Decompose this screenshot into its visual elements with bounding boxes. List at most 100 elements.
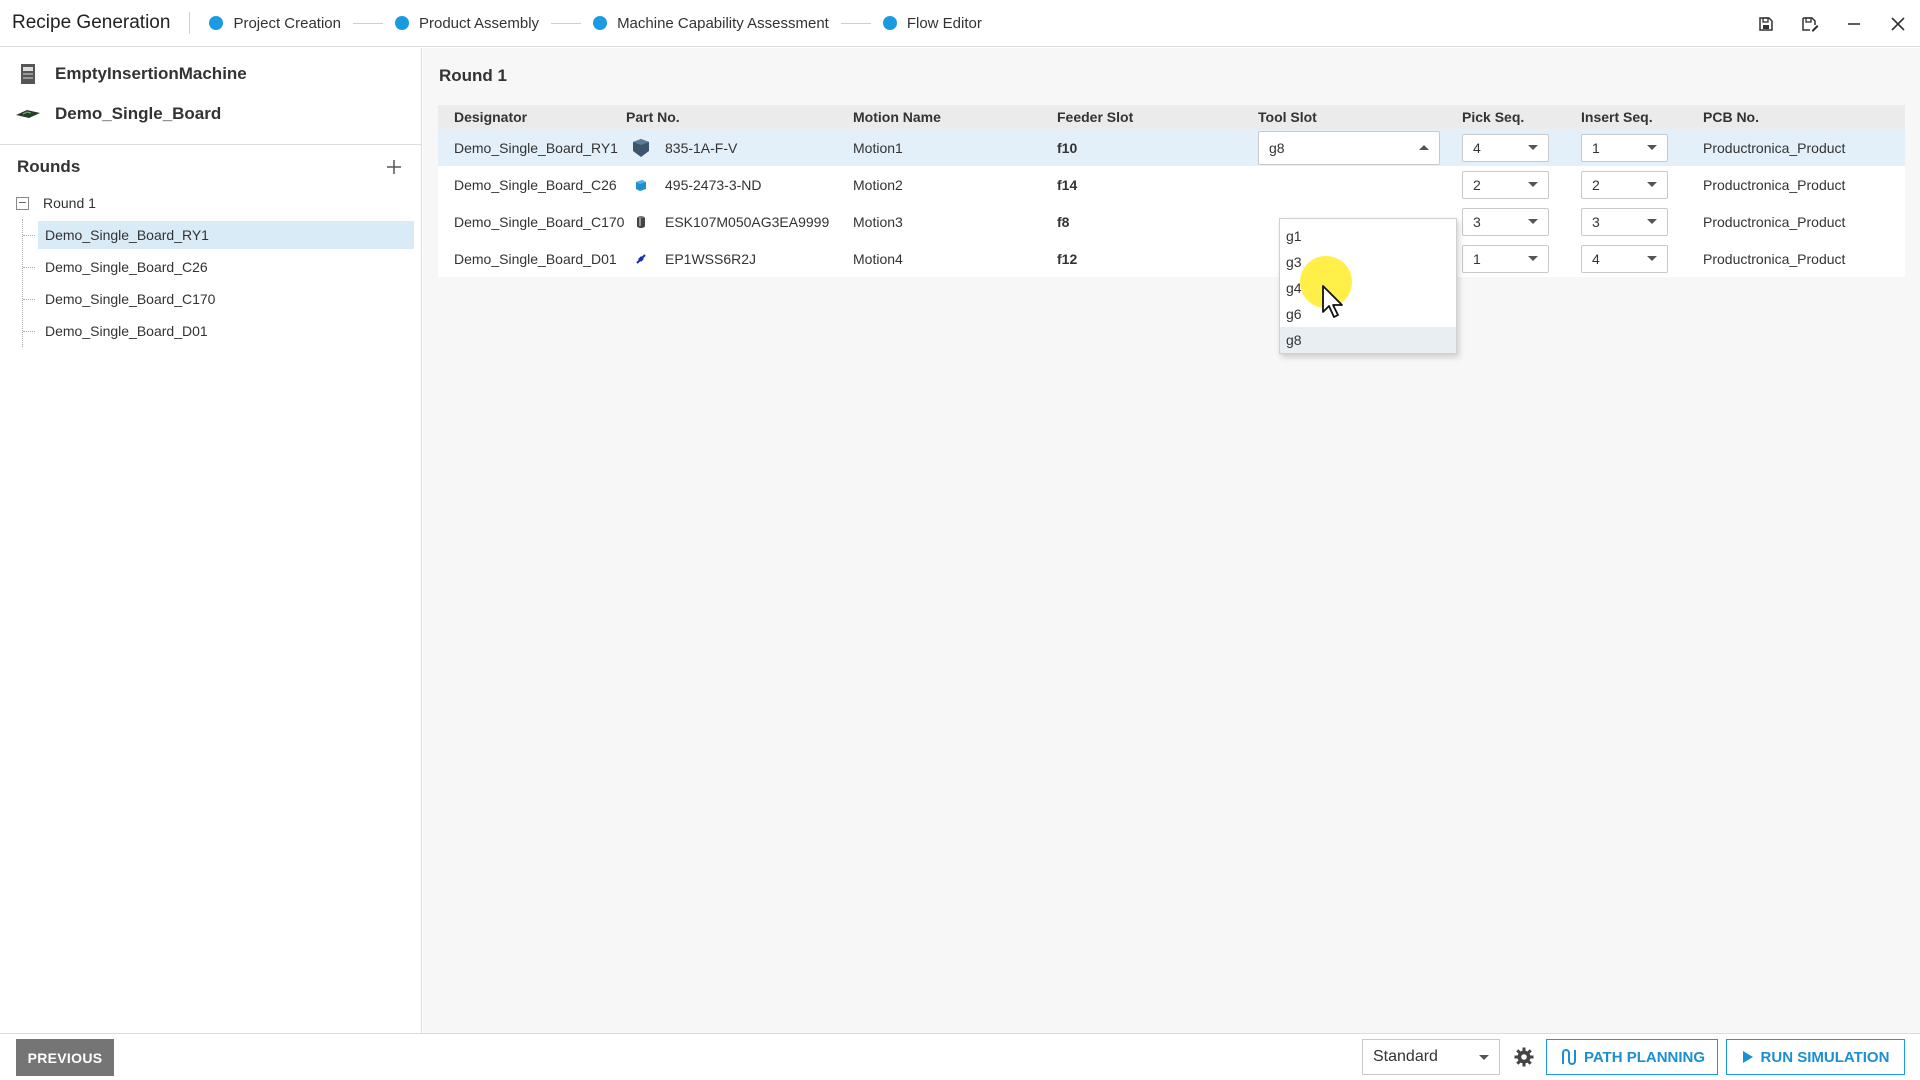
column-header: Motion Name — [853, 109, 941, 125]
chevron-down-icon — [1528, 256, 1538, 261]
tree-children: Demo_Single_Board_RY1 Demo_Single_Board_… — [22, 219, 421, 347]
pick-seq-select[interactable]: 3 — [1462, 207, 1549, 236]
pick-seq-value: 2 — [1473, 176, 1481, 193]
workflow-steps: Project Creation Product Assembly Machin… — [209, 15, 982, 32]
motion-cell: Motion1 — [853, 139, 903, 156]
play-icon — [1742, 1051, 1753, 1063]
pcb-cell: Productronica_Product — [1703, 176, 1846, 193]
step-machine-capability-assessment[interactable]: Machine Capability Assessment — [593, 15, 829, 32]
pick-cell: 1 — [1462, 244, 1581, 273]
insert-seq-select[interactable]: 1 — [1581, 133, 1668, 162]
column-header: Designator — [454, 109, 528, 125]
close-icon[interactable] — [1876, 0, 1920, 47]
machine-entry[interactable]: EmptyInsertionMachine — [0, 54, 421, 94]
gear-icon[interactable] — [1511, 1044, 1537, 1070]
board-entry[interactable]: Demo_Single_Board — [0, 94, 421, 134]
part-cell: EP1WSS6R2J — [626, 247, 851, 271]
table-header: Designator Part No. Motion Name Feeder S… — [438, 105, 1905, 129]
collapse-icon[interactable]: − — [16, 196, 29, 210]
column-header: Pick Seq. — [1462, 109, 1525, 125]
simulation-mode-value: Standard — [1373, 1048, 1438, 1065]
insert-seq-select[interactable]: 3 — [1581, 207, 1668, 236]
motion-cell: Motion4 — [853, 250, 903, 267]
recipe-table: Designator Part No. Motion Name Feeder S… — [438, 105, 1905, 277]
divider — [0, 144, 421, 145]
pick-seq-value: 4 — [1473, 139, 1481, 156]
step-dot-icon — [593, 16, 608, 30]
tool-slot-option[interactable]: g8 — [1280, 327, 1456, 353]
app-title: Recipe Generation — [12, 12, 171, 33]
insert-cell: 3 — [1581, 207, 1701, 236]
insert-seq-value: 3 — [1592, 213, 1600, 230]
table-row[interactable]: Demo_Single_Board_RY1 835-1A-F-V Motion1… — [438, 129, 1905, 166]
tool-slot-option[interactable]: g1 — [1280, 223, 1456, 249]
mouse-pointer-icon — [1322, 285, 1343, 318]
feeder-cell: f14 — [1057, 176, 1078, 193]
pcb-cell: Productronica_Product — [1703, 139, 1846, 156]
insert-seq-select[interactable]: 2 — [1581, 170, 1668, 199]
tool-slot-value: g8 — [1269, 139, 1285, 156]
pick-cell: 4 — [1462, 133, 1581, 162]
feeder-cell: f10 — [1057, 139, 1078, 156]
path-planning-button[interactable]: PATH PLANNING — [1546, 1039, 1718, 1075]
table-row[interactable]: Demo_Single_Board_C170 ESK107M050AG3EA99… — [438, 203, 1905, 240]
column-header: Feeder Slot — [1057, 109, 1134, 125]
tree-item-label: Demo_Single_Board_C170 — [45, 291, 216, 307]
pcb-cell: Productronica_Product — [1703, 213, 1846, 230]
machine-name: EmptyInsertionMachine — [55, 64, 247, 83]
tree-item[interactable]: Demo_Single_Board_D01 — [23, 315, 421, 347]
designator-cell: Demo_Single_Board_C26 — [454, 176, 617, 193]
tree-item-label: Demo_Single_Board_RY1 — [38, 221, 414, 249]
previous-button[interactable]: PREVIOUS — [16, 1039, 114, 1076]
step-project-creation[interactable]: Project Creation — [209, 15, 341, 32]
step-dot-icon — [395, 16, 409, 30]
step-product-assembly[interactable]: Product Assembly — [395, 15, 539, 32]
designator-cell: Demo_Single_Board_RY1 — [454, 139, 618, 156]
tree-round-1[interactable]: − Round 1 — [16, 187, 421, 219]
step-dot-icon — [209, 16, 224, 30]
insert-seq-select[interactable]: 4 — [1581, 244, 1668, 273]
board-name: Demo_Single_Board — [55, 104, 222, 123]
tree-item[interactable]: Demo_Single_Board_RY1 — [23, 219, 421, 251]
run-simulation-label: RUN SIMULATION — [1760, 1048, 1890, 1066]
path-planning-label: PATH PLANNING — [1583, 1048, 1706, 1066]
insert-seq-value: 1 — [1592, 139, 1600, 156]
minimize-icon[interactable] — [1832, 0, 1876, 47]
insert-cell: 1 — [1581, 133, 1701, 162]
pick-seq-select[interactable]: 1 — [1462, 244, 1549, 273]
tree-item[interactable]: Demo_Single_Board_C170 — [23, 283, 421, 315]
chevron-down-icon — [1528, 182, 1538, 187]
pick-seq-select[interactable]: 4 — [1462, 133, 1549, 162]
save-as-icon[interactable] — [1788, 0, 1832, 47]
table-row[interactable]: Demo_Single_Board_C26 495-2473-3-ND Moti… — [438, 166, 1905, 203]
chevron-down-icon — [1647, 145, 1657, 150]
insert-cell: 2 — [1581, 170, 1701, 199]
diode-part-icon — [626, 247, 656, 271]
chevron-down-icon — [1479, 1054, 1489, 1060]
chevron-down-icon — [1528, 145, 1538, 150]
simulation-mode-select[interactable]: Standard — [1362, 1039, 1500, 1075]
board-icon — [15, 101, 41, 127]
insert-seq-value: 4 — [1592, 250, 1600, 267]
title-separator — [189, 12, 191, 34]
table-row[interactable]: Demo_Single_Board_D01 EP1WSS6R2J Motion4… — [438, 240, 1905, 277]
add-round-icon[interactable] — [383, 156, 405, 178]
part-number: 835-1A-F-V — [665, 139, 738, 156]
rounds-title: Rounds — [17, 157, 81, 176]
tree-item[interactable]: Demo_Single_Board_C26 — [23, 251, 421, 283]
chevron-down-icon — [1647, 182, 1657, 187]
tool-slot-option[interactable]: g6 — [1280, 301, 1456, 327]
pcb-cell: Productronica_Product — [1703, 250, 1846, 267]
step-flow-editor[interactable]: Flow Editor — [882, 15, 982, 32]
page-title: Round 1 — [439, 66, 507, 85]
column-header: Tool Slot — [1258, 109, 1317, 125]
save-icon[interactable] — [1744, 0, 1788, 47]
chevron-down-icon — [1647, 256, 1657, 261]
motion-cell: Motion2 — [853, 176, 903, 193]
pick-seq-select[interactable]: 2 — [1462, 170, 1549, 199]
run-simulation-button[interactable]: RUN SIMULATION — [1726, 1039, 1905, 1075]
tree-round-label: Round 1 — [43, 195, 96, 211]
title-bar: Recipe Generation Project Creation Produ… — [0, 0, 1920, 47]
tool-slot-select[interactable]: g8 — [1258, 130, 1440, 165]
step-label: Machine Capability Assessment — [617, 14, 829, 32]
